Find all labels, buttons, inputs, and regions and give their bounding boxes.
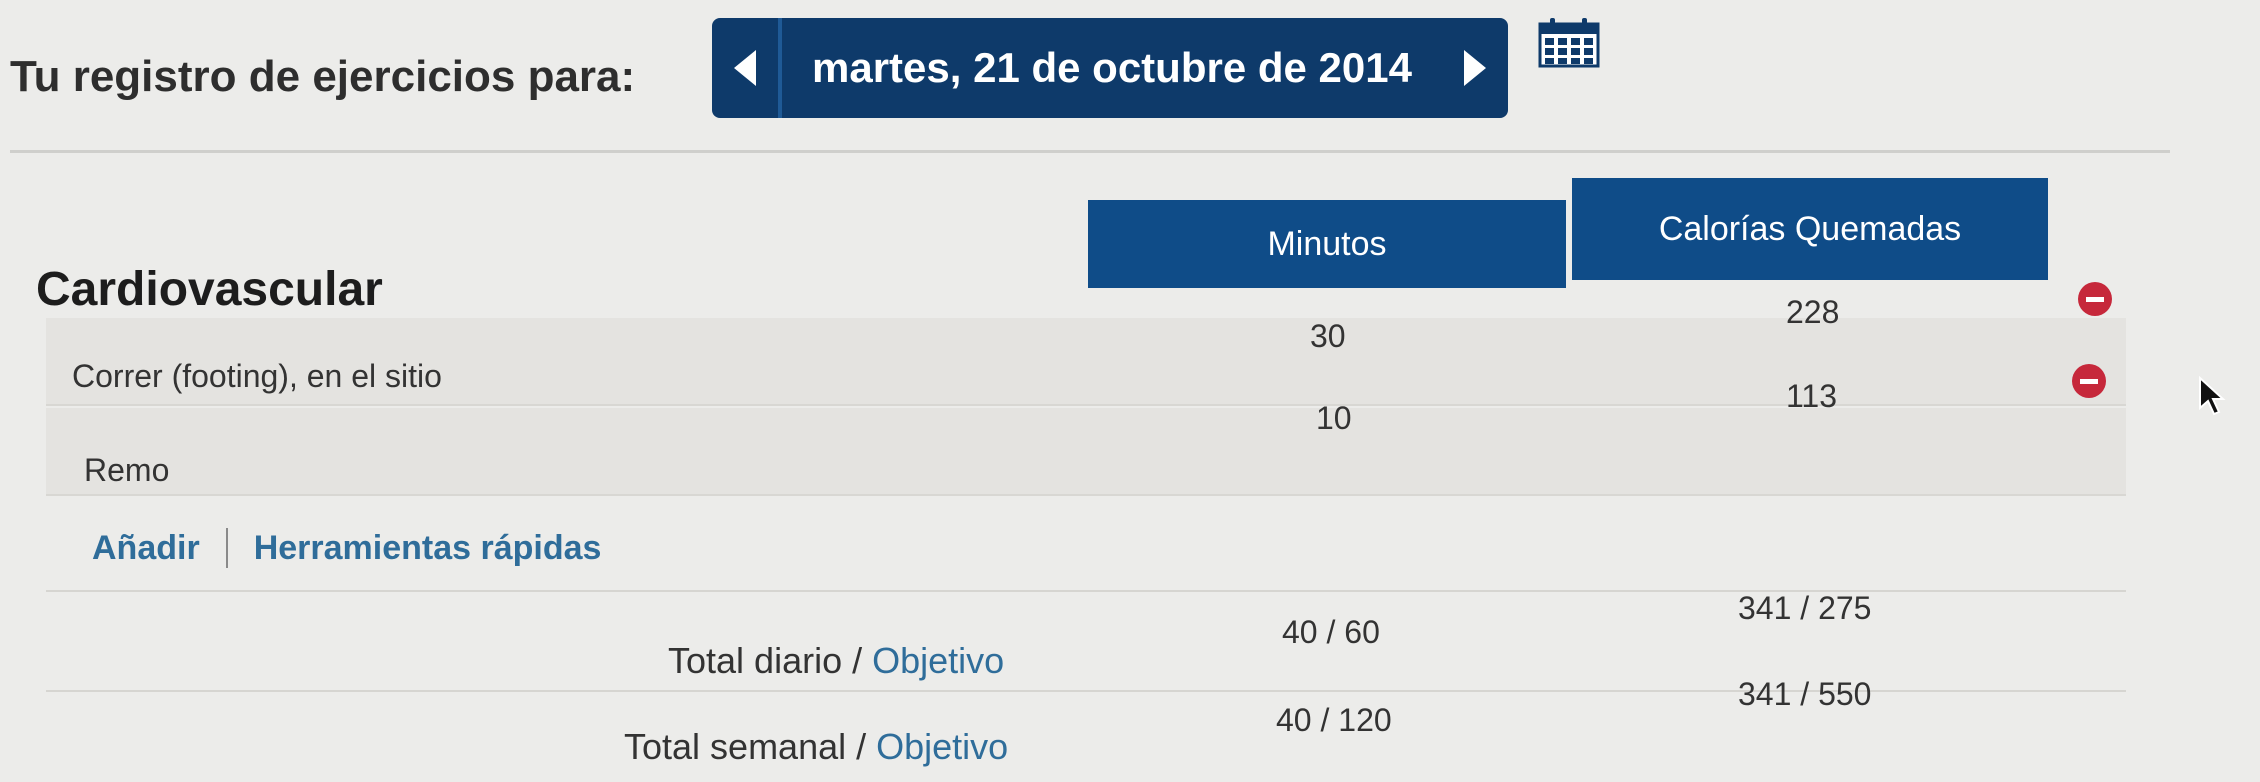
weekly-total-prefix: Total semanal /	[624, 726, 877, 767]
page-title: Tu registro de ejercicios para:	[10, 52, 636, 101]
table-actions: Añadir Herramientas rápidas	[92, 528, 601, 568]
current-date: martes, 21 de octubre de 2014	[812, 44, 1412, 91]
header-divider	[10, 150, 2170, 153]
remove-icon[interactable]	[2072, 364, 2106, 398]
table-row: Remo 10 113	[46, 364, 2126, 496]
daily-total-prefix: Total diario /	[668, 640, 873, 681]
mouse-cursor-icon	[2198, 375, 2226, 421]
exercise-name[interactable]: Correr (footing), en el sitio	[72, 358, 442, 395]
daily-minutes-total: 40 / 60	[1282, 614, 1380, 650]
date-navigator: martes, 21 de octubre de 2014	[712, 18, 1508, 118]
daily-calories-total: 341 / 275	[1738, 590, 1872, 626]
column-header-minutes: Minutos	[1088, 200, 1566, 288]
next-day-button[interactable]	[1442, 18, 1508, 118]
weekly-minutes-total: 40 / 120	[1276, 702, 1392, 738]
arrow-right-icon	[1464, 50, 1486, 86]
daily-goal-link[interactable]: Objetivo	[872, 640, 1004, 681]
exercise-name[interactable]: Remo	[84, 452, 169, 489]
calories-value[interactable]: 113	[1786, 378, 1837, 415]
calendar-icon[interactable]	[1538, 16, 1600, 68]
daily-total-label: Total diario / Objetivo	[668, 640, 1004, 682]
quick-tools-link[interactable]: Herramientas rápidas	[254, 529, 602, 568]
weekly-goal-link[interactable]: Objetivo	[876, 726, 1008, 767]
column-header-calories: Calorías Quemadas	[1572, 178, 2048, 280]
weekly-total-label: Total semanal / Objetivo	[624, 726, 1008, 768]
actions-divider	[225, 528, 228, 568]
weekly-calories-total: 341 / 550	[1738, 676, 1872, 712]
arrow-left-icon	[734, 50, 756, 86]
section-title: Cardiovascular	[36, 263, 383, 316]
calories-value[interactable]: 228	[1786, 294, 1839, 331]
minutes-value[interactable]: 30	[1310, 318, 1346, 355]
minutes-value[interactable]: 10	[1316, 400, 1352, 437]
previous-day-button[interactable]	[712, 18, 782, 118]
add-exercise-link[interactable]: Añadir	[92, 529, 200, 568]
remove-icon[interactable]	[2078, 282, 2112, 316]
